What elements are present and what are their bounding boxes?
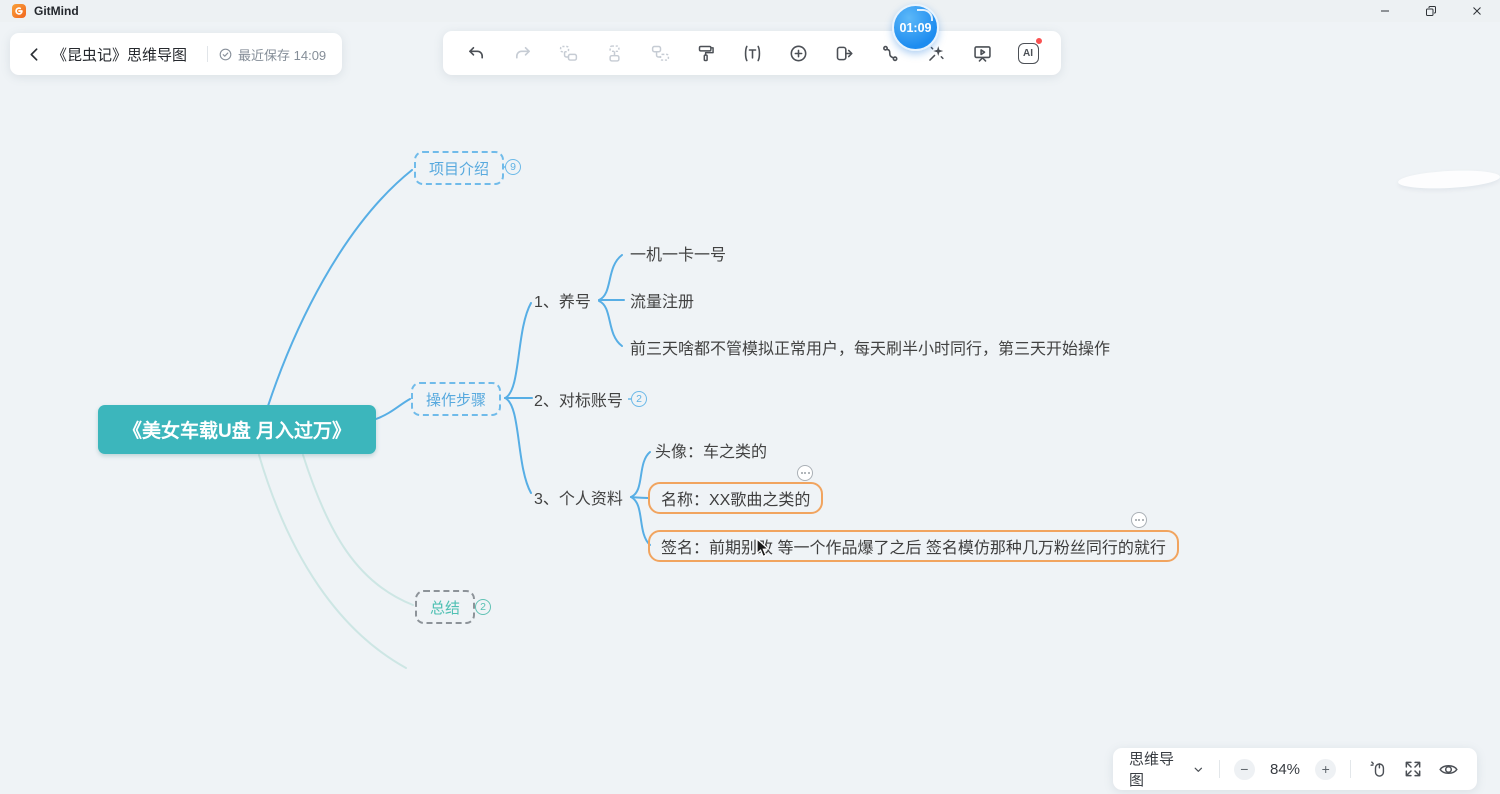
notification-dot	[1035, 37, 1043, 45]
node-step1-child3[interactable]: 前三天啥都不管模拟正常用户，每天刷半小时同行，第三天开始操作	[630, 335, 1110, 359]
divider	[207, 46, 208, 62]
node-step3-child3[interactable]: 签名：前期别改 等一个作品爆了之后 签名模仿那种几万粉丝同行的就行	[648, 530, 1179, 562]
mindmap-connectors	[0, 0, 1500, 794]
insert-child-node-icon	[554, 39, 582, 67]
comment-icon[interactable]	[1131, 512, 1147, 528]
collapsed-count-badge[interactable]: 9	[505, 159, 521, 175]
insert-topic-icon[interactable]	[784, 39, 812, 67]
node-step1-child2[interactable]: 流量注册	[630, 288, 694, 312]
undo-icon[interactable]	[462, 39, 490, 67]
gitmind-logo-icon	[12, 4, 26, 18]
node-summary[interactable]: 总结	[415, 590, 475, 624]
document-header: 《昆虫记》思维导图 最近保存 14:09	[10, 33, 342, 75]
node-step3-child2[interactable]: 名称：XX歌曲之类的	[648, 482, 823, 514]
node-step3[interactable]: 3、个人资料	[534, 485, 623, 509]
app-name: GitMind	[34, 4, 79, 18]
redo-icon	[508, 39, 536, 67]
save-status: 最近保存 14:09	[218, 45, 326, 64]
ai-assistant-icon[interactable]: AI	[1014, 39, 1042, 67]
format-painter-icon[interactable]	[692, 39, 720, 67]
node-steps[interactable]: 操作步骤	[411, 382, 501, 416]
save-status-label: 最近保存 14:09	[238, 45, 326, 64]
node-step1-child1[interactable]: 一机一卡一号	[630, 241, 726, 265]
divider	[1219, 760, 1220, 778]
node-step2[interactable]: 2、对标账号	[534, 387, 623, 411]
restore-icon[interactable]	[1408, 0, 1454, 22]
back-button[interactable]	[20, 40, 48, 68]
timer-value: 01:09	[900, 21, 932, 35]
present-icon[interactable]	[968, 39, 996, 67]
zoom-in-button[interactable]: +	[1315, 759, 1335, 780]
recording-timer[interactable]: 01:09	[892, 4, 939, 51]
window-titlebar: GitMind	[0, 0, 1500, 22]
node-step3-child1[interactable]: 头像：车之类的	[655, 438, 767, 462]
mouse-mode-icon[interactable]	[1365, 756, 1390, 782]
map-mode-selector[interactable]: 思维导图	[1129, 748, 1205, 790]
ai-label: AI	[1018, 43, 1039, 64]
zoom-out-button[interactable]: −	[1234, 759, 1254, 780]
insert-parent-node-icon	[646, 39, 674, 67]
eye-preview-icon[interactable]	[1436, 756, 1461, 782]
hidden-floating-widget	[1398, 168, 1500, 190]
text-icon[interactable]	[738, 39, 766, 67]
insert-sibling-node-icon	[600, 39, 628, 67]
fit-screen-icon[interactable]	[1400, 756, 1425, 782]
saved-check-icon	[218, 47, 233, 62]
comment-icon[interactable]	[797, 465, 813, 481]
view-controls-bar: 思维导图 − 84% +	[1113, 748, 1477, 790]
node-step1[interactable]: 1、养号	[534, 288, 591, 312]
zoom-level[interactable]: 84%	[1265, 761, 1306, 778]
mindmap-root-node[interactable]: 《美女车载U盘 月入过万》	[98, 405, 376, 454]
minimize-icon[interactable]	[1362, 0, 1408, 22]
node-intro[interactable]: 项目介绍	[414, 151, 504, 185]
chevron-down-icon	[1192, 763, 1205, 776]
divider	[1350, 760, 1351, 778]
summary-icon[interactable]	[830, 39, 858, 67]
close-icon[interactable]	[1454, 0, 1500, 22]
document-title[interactable]: 《昆虫记》思维导图	[52, 44, 187, 65]
map-mode-label: 思维导图	[1129, 748, 1187, 790]
main-toolbar: AI	[443, 31, 1061, 75]
mouse-cursor	[756, 538, 771, 564]
collapsed-count-badge[interactable]: 2	[631, 391, 647, 407]
collapsed-count-badge[interactable]: 2	[475, 599, 491, 615]
